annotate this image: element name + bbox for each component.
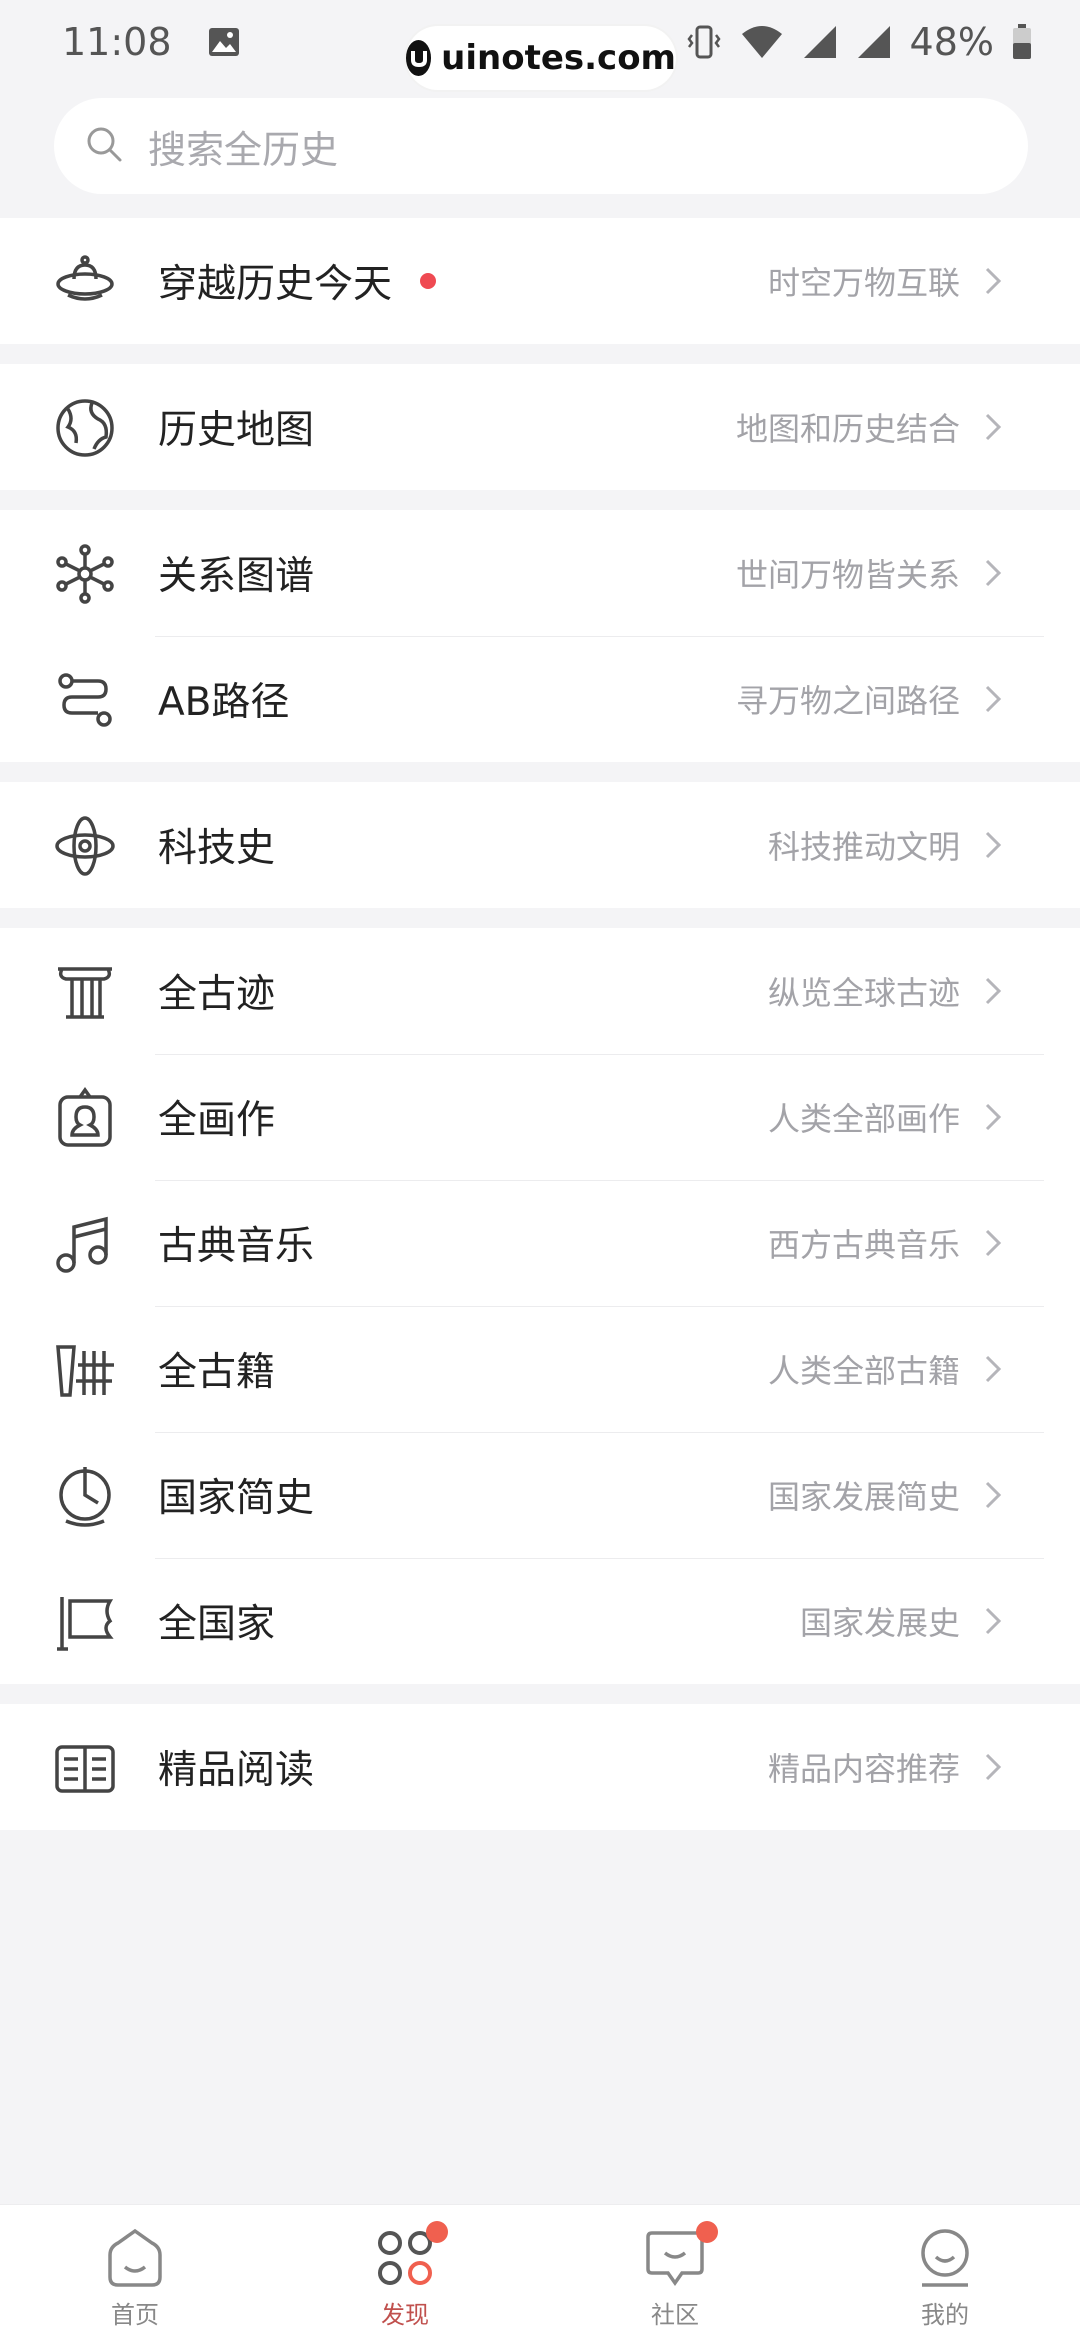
- ufo-icon: [56, 255, 114, 301]
- feature-list: 穿越历史今天 时空万物互联 历史地图 地图和历史结合 关系图谱 世间万物皆关系 …: [0, 218, 1080, 1850]
- list-item-subtitle: 纵览全球古迹: [767, 974, 960, 1012]
- list-item-title: 全古籍: [158, 1350, 276, 1395]
- list-item[interactable]: 古典音乐 西方古典音乐: [0, 1180, 1080, 1306]
- tab-label: 我的: [921, 2301, 969, 2329]
- community-icon: [644, 2221, 718, 2289]
- chevron-right-icon: [985, 267, 1002, 295]
- music-note-icon: [56, 1216, 108, 1273]
- list-item-title: 精品阅读: [158, 1748, 315, 1793]
- notification-badge: [426, 2221, 448, 2243]
- list-item-subtitle: 人类全部古籍: [767, 1352, 960, 1390]
- group-heritage: 全古迹 纵览全球古迹 全画作 人类全部画作 古典音乐 西方古典音乐 全古籍 人类…: [0, 928, 1080, 1684]
- battery-percent: 48%: [909, 20, 994, 64]
- tab-home[interactable]: 首页: [0, 2205, 270, 2340]
- group-tech: 科技史 科技推动文明: [0, 782, 1080, 908]
- list-item-title: 历史地图: [158, 408, 315, 453]
- group-map: 历史地图 地图和历史结合: [0, 364, 1080, 490]
- atom-icon: [55, 816, 115, 876]
- book-icon: [55, 1745, 115, 1793]
- wifi-icon: [740, 24, 784, 60]
- list-item[interactable]: 历史地图 地图和历史结合: [0, 364, 1080, 490]
- chevron-right-icon: [985, 1481, 1002, 1509]
- chevron-right-icon: [985, 977, 1002, 1005]
- list-item-subtitle: 地图和历史结合: [735, 410, 960, 448]
- list-item-title: 关系图谱: [158, 554, 315, 599]
- watermark: uinotes.com: [406, 26, 676, 90]
- bottom-tab-bar: 首页 发现 社区 我的: [0, 2204, 1080, 2340]
- battery-icon: [1012, 24, 1032, 60]
- list-item-title: 全画作: [158, 1098, 276, 1143]
- globe-icon: [56, 399, 114, 457]
- chevron-right-icon: [985, 1229, 1002, 1257]
- home-icon: [108, 2228, 162, 2287]
- search-icon: [84, 124, 124, 168]
- list-item[interactable]: 全国家 国家发展史: [0, 1558, 1080, 1684]
- tab-label: 首页: [111, 2301, 159, 2329]
- tab-label: 发现: [381, 2301, 429, 2329]
- image-icon: [208, 27, 240, 57]
- chevron-right-icon: [985, 685, 1002, 713]
- chevron-right-icon: [985, 1355, 1002, 1383]
- column-icon: [58, 967, 112, 1019]
- list-item[interactable]: 关系图谱 世间万物皆关系: [0, 510, 1080, 636]
- list-item-subtitle: 人类全部画作: [767, 1100, 960, 1138]
- group-today: 穿越历史今天 时空万物互联: [0, 218, 1080, 344]
- search-bar[interactable]: 搜索全历史: [54, 98, 1028, 194]
- list-item-subtitle: 精品内容推荐: [767, 1750, 960, 1788]
- vibrate-icon: [686, 24, 722, 60]
- list-item-subtitle: 国家发展史: [799, 1604, 960, 1642]
- new-badge: [420, 273, 437, 289]
- list-item-subtitle: 时空万物互联: [767, 264, 960, 302]
- list-item-subtitle: 西方古典音乐: [767, 1226, 960, 1264]
- painting-icon: [58, 1087, 112, 1147]
- network-icon: [56, 544, 114, 604]
- signal-icon: [802, 24, 838, 60]
- chevron-right-icon: [985, 559, 1002, 587]
- route-icon: [58, 673, 112, 727]
- scroll-icon: [56, 1345, 114, 1397]
- group-reading: 精品阅读 精品内容推荐: [0, 1704, 1080, 1830]
- list-item-title: 全古迹: [158, 972, 276, 1017]
- watermark-text: uinotes.com: [441, 38, 676, 78]
- group-relations: 关系图谱 世间万物皆关系 AB路径 寻万物之间路径: [0, 510, 1080, 762]
- chevron-right-icon: [985, 413, 1002, 441]
- discover-icon: [374, 2221, 448, 2289]
- list-item[interactable]: AB路径 寻万物之间路径: [0, 636, 1080, 762]
- list-item[interactable]: 穿越历史今天 时空万物互联: [0, 218, 1080, 344]
- tab-profile[interactable]: 我的: [810, 2205, 1080, 2340]
- profile-icon: [921, 2229, 969, 2287]
- globe-stand-icon: [59, 1467, 111, 1527]
- list-item[interactable]: 精品阅读 精品内容推荐: [0, 1704, 1080, 1830]
- chevron-right-icon: [985, 1753, 1002, 1781]
- list-item-subtitle: 国家发展简史: [767, 1478, 960, 1516]
- list-item-title: AB路径: [158, 680, 290, 725]
- notification-badge: [696, 2221, 718, 2243]
- list-item[interactable]: 国家简史 国家发展简史: [0, 1432, 1080, 1558]
- search-placeholder: 搜索全历史: [148, 127, 339, 172]
- list-item-subtitle: 世间万物皆关系: [735, 556, 960, 594]
- list-item-title: 古典音乐: [158, 1224, 315, 1269]
- tab-community[interactable]: 社区: [540, 2205, 810, 2340]
- tab-discover[interactable]: 发现: [270, 2205, 540, 2340]
- chevron-right-icon: [985, 1103, 1002, 1131]
- status-time: 11:08: [62, 20, 172, 64]
- list-item[interactable]: 全古迹 纵览全球古迹: [0, 928, 1080, 1054]
- flag-icon: [57, 1597, 114, 1651]
- list-item-subtitle: 寻万物之间路径: [735, 682, 960, 720]
- signal-icon: [856, 24, 892, 60]
- list-item-title: 科技史: [158, 826, 276, 871]
- list-item[interactable]: 全画作 人类全部画作: [0, 1054, 1080, 1180]
- list-item[interactable]: 全古籍 人类全部古籍: [0, 1306, 1080, 1432]
- list-item-title: 穿越历史今天: [158, 262, 393, 307]
- list-item-title: 国家简史: [158, 1476, 315, 1521]
- list-item-subtitle: 科技推动文明: [767, 828, 960, 866]
- list-item[interactable]: 科技史 科技推动文明: [0, 782, 1080, 908]
- chevron-right-icon: [985, 831, 1002, 859]
- uinotes-logo-icon: [406, 40, 432, 76]
- chevron-right-icon: [985, 1607, 1002, 1635]
- tab-label: 社区: [651, 2301, 699, 2329]
- list-item-title: 全国家: [158, 1602, 276, 1647]
